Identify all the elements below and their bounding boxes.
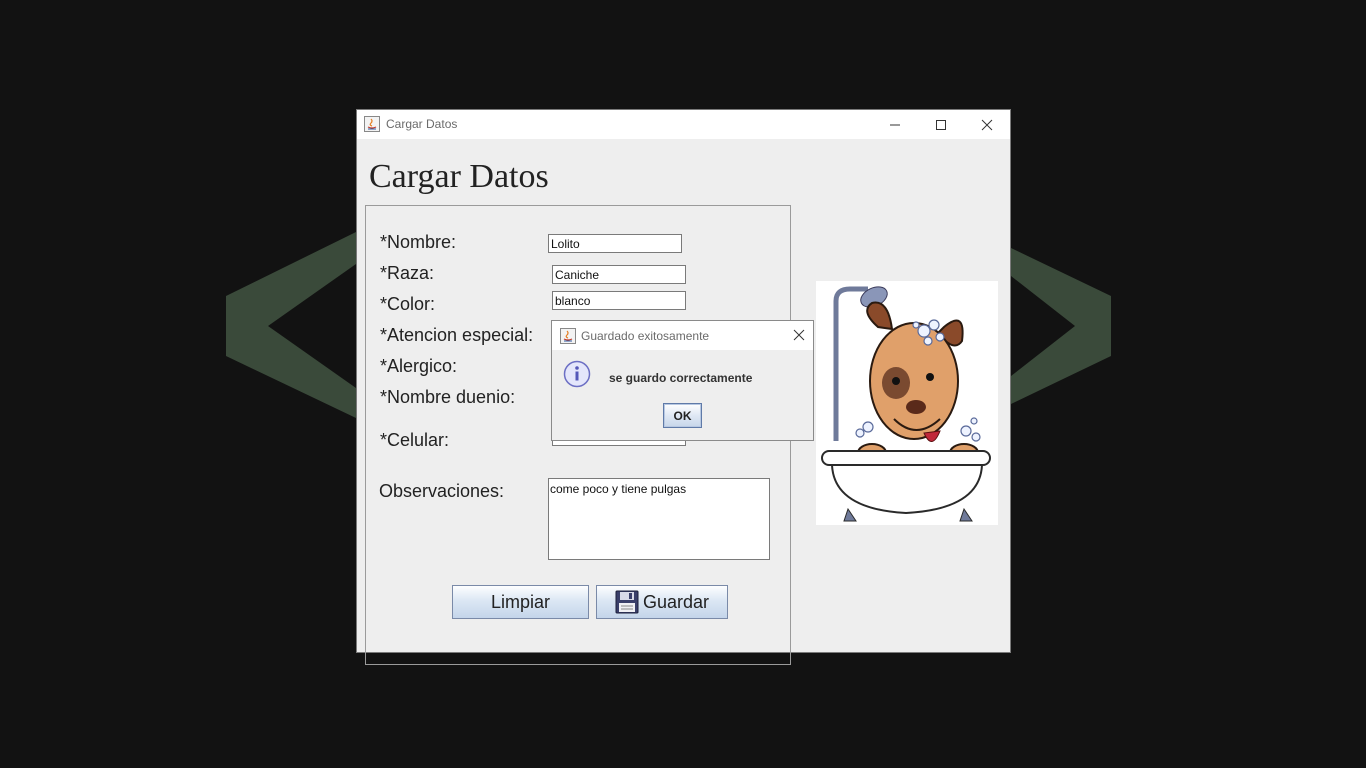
- floppy-disk-icon: [615, 590, 639, 614]
- dialog-titlebar[interactable]: Guardado exitosamente: [552, 321, 813, 350]
- raza-input[interactable]: Caniche: [552, 265, 686, 284]
- dog-bath-image: [816, 281, 998, 525]
- guardar-label: Guardar: [642, 591, 710, 612]
- guardado-dialog: Guardado exitosamente se guardo correcta…: [551, 320, 814, 441]
- page-title: Cargar Datos: [369, 158, 549, 195]
- nombre-duenio-label: *Nombre duenio:: [380, 387, 516, 407]
- observaciones-textarea[interactable]: come poco y tiene pulgas: [548, 478, 770, 560]
- dialog-message: se guardo correctamente: [609, 371, 753, 385]
- limpiar-label: Limpiar: [490, 591, 551, 612]
- info-icon: [563, 360, 591, 388]
- nombre-label: *Nombre:: [380, 232, 457, 252]
- nombre-input[interactable]: Lolito: [548, 234, 682, 253]
- java-icon: [364, 116, 380, 132]
- window-title: Cargar Datos: [386, 117, 458, 131]
- color-label: *Color:: [380, 294, 436, 314]
- close-button[interactable]: [964, 110, 1010, 139]
- celular-label: *Celular:: [380, 430, 450, 450]
- guardar-button[interactable]: Guardar: [596, 585, 728, 619]
- minimize-icon: [890, 124, 900, 126]
- limpiar-button[interactable]: Limpiar: [452, 585, 589, 619]
- color-input[interactable]: blanco: [552, 291, 686, 310]
- observaciones-label: Observaciones:: [379, 481, 505, 501]
- ok-button[interactable]: OK: [663, 403, 702, 428]
- maximize-button[interactable]: [918, 110, 964, 139]
- dialog-title: Guardado exitosamente: [581, 329, 710, 343]
- raza-label: *Raza:: [380, 263, 435, 283]
- dog-in-bathtub-illustration: [821, 286, 991, 522]
- close-icon: [981, 119, 993, 131]
- atencion-especial-label: *Atencion especial:: [380, 325, 534, 345]
- maximize-icon: [936, 120, 946, 130]
- java-icon: [560, 328, 576, 344]
- minimize-button[interactable]: [872, 110, 918, 139]
- close-icon[interactable]: [793, 329, 805, 341]
- alergico-label: *Alergico:: [380, 356, 458, 376]
- window-titlebar[interactable]: Cargar Datos: [357, 110, 1010, 139]
